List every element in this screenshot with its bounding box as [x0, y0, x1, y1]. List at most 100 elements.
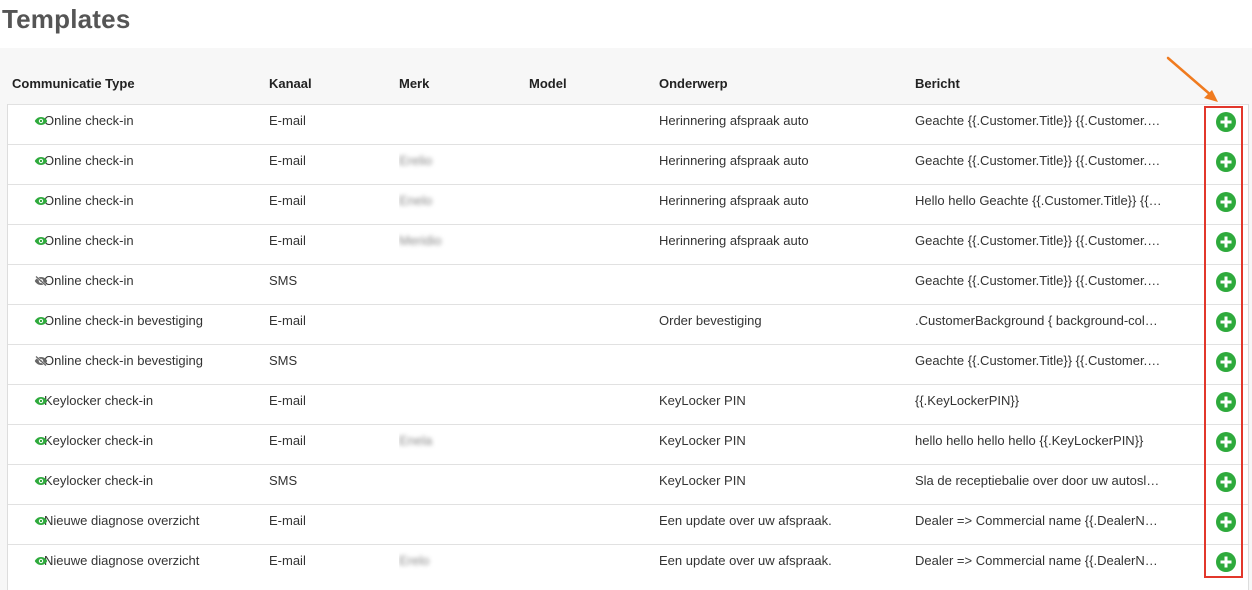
communicatie-type-text: Nieuwe diagnose overzicht	[44, 553, 200, 568]
cell-onderwerp: Herinnering afspraak auto	[659, 233, 809, 248]
communicatie-type-text: Online check-in	[44, 113, 134, 128]
add-template-button[interactable]	[1216, 272, 1236, 292]
cell-kanaal: E-mail	[269, 313, 306, 328]
column-header-onderwerp[interactable]: Onderwerp	[659, 76, 728, 91]
cell-onderwerp: KeyLocker PIN	[659, 393, 746, 408]
column-header-merk[interactable]: Merk	[399, 76, 429, 91]
cell-merk	[399, 505, 519, 544]
cell-communicatie-type: Online check-in	[20, 145, 260, 184]
column-header-kanaal[interactable]: Kanaal	[269, 76, 312, 91]
cell-merk	[399, 265, 519, 304]
table-row[interactable]: Keylocker check-in E-mail Enela KeyLocker P…	[8, 424, 1248, 464]
cell-bericht: Hello hello Geachte {{.Customer.Title}} …	[915, 193, 1163, 208]
table-row[interactable]: Nieuwe diagnose overzicht E-mail Een updat…	[8, 504, 1248, 544]
plus-circle-icon	[1220, 156, 1232, 168]
communicatie-type-text: Online check-in	[44, 153, 134, 168]
add-template-button[interactable]	[1216, 392, 1236, 412]
add-template-button[interactable]	[1216, 232, 1236, 252]
cell-communicatie-type: Online check-in bevestiging	[20, 305, 260, 344]
eye-icon	[34, 437, 48, 445]
cell-kanaal: E-mail	[269, 193, 306, 208]
cell-model	[529, 265, 649, 304]
plus-circle-icon	[1220, 356, 1232, 368]
plus-circle-icon	[1220, 396, 1232, 408]
cell-bericht: Geachte {{.Customer.Title}} {{.Customer.…	[915, 153, 1163, 168]
table-row[interactable]: Online check-in E-mail Enelo Herinnering af…	[8, 184, 1248, 224]
cell-communicatie-type: Nieuwe diagnose overzicht	[20, 545, 260, 584]
cell-merk: Meridio	[399, 225, 519, 264]
cell-model	[529, 425, 649, 464]
add-template-button[interactable]	[1216, 512, 1236, 532]
templates-page: Templates Communicatie Type Kanaal Merk …	[0, 0, 1252, 590]
eye-icon	[34, 517, 48, 525]
table-row[interactable]: Online check-in E-mail Meridio Herinnering …	[8, 224, 1248, 264]
cell-communicatie-type: Online check-in	[20, 185, 260, 224]
merk-text: Enelo	[399, 193, 433, 208]
table-row[interactable]: Keylocker check-in SMS KeyLocker PIN Sla de…	[8, 464, 1248, 504]
eye-icon	[34, 477, 48, 485]
cell-communicatie-type: Nieuwe diagnose overzicht	[20, 505, 260, 544]
cell-merk	[399, 105, 519, 144]
table-row[interactable]: Online check-in SMS Geachte {{.Customer.Ti…	[8, 264, 1248, 304]
column-header-model[interactable]: Model	[529, 76, 567, 91]
cell-communicatie-type: Online check-in	[20, 105, 260, 144]
plus-circle-icon	[1220, 196, 1232, 208]
add-template-button[interactable]	[1216, 352, 1236, 372]
plus-circle-icon	[1220, 436, 1232, 448]
page-title: Templates	[2, 4, 131, 34]
communicatie-type-text: Keylocker check-in	[44, 433, 154, 448]
eye-slash-icon	[34, 356, 48, 366]
plus-circle-icon	[1220, 116, 1232, 128]
cell-kanaal: E-mail	[269, 553, 306, 568]
cell-model	[529, 185, 649, 224]
cell-onderwerp: Een update over uw afspraak.	[659, 553, 832, 568]
table-row[interactable]: Keylocker check-in E-mail KeyLocker PIN {{.…	[8, 384, 1248, 424]
cell-model	[529, 505, 649, 544]
column-header-communicatie-type[interactable]: Communicatie Type	[12, 76, 135, 91]
communicatie-type-text: Keylocker check-in	[44, 393, 154, 408]
cell-bericht: Geachte {{.Customer.Title}} {{.Customer.…	[915, 233, 1163, 248]
cell-onderwerp: Een update over uw afspraak.	[659, 513, 832, 528]
cell-merk: Erelio	[399, 145, 519, 184]
add-template-button[interactable]	[1216, 312, 1236, 332]
eye-icon	[34, 157, 48, 165]
cell-model	[529, 545, 649, 584]
cell-onderwerp	[659, 345, 899, 384]
cell-bericht: Geachte {{.Customer.Title}} {{.Customer.…	[915, 273, 1163, 288]
cell-kanaal: E-mail	[269, 233, 306, 248]
communicatie-type-text: Online check-in	[44, 233, 134, 248]
cell-onderwerp	[659, 265, 899, 304]
add-template-button[interactable]	[1216, 432, 1236, 452]
eye-slash-icon	[34, 276, 48, 286]
communicatie-type-text: Nieuwe diagnose overzicht	[44, 513, 200, 528]
communicatie-type-text: Online check-in bevestiging	[44, 353, 203, 368]
table-row[interactable]: Nieuwe diagnose overzicht E-mail Erelo Een …	[8, 544, 1248, 584]
cell-merk	[399, 385, 519, 424]
add-template-button[interactable]	[1216, 112, 1236, 132]
cell-kanaal: E-mail	[269, 513, 306, 528]
merk-text: Erelo	[399, 553, 430, 568]
cell-model	[529, 105, 649, 144]
cell-model	[529, 465, 649, 504]
add-template-button[interactable]	[1216, 552, 1236, 572]
table-row[interactable]: Online check-in bevestiging E-mail Order b…	[8, 304, 1248, 344]
table-row[interactable]: Online check-in E-mail Herinnering afspraa…	[8, 104, 1248, 144]
add-template-button[interactable]	[1216, 152, 1236, 172]
table-row[interactable]: Online check-in bevestiging SMS Geachte {{…	[8, 344, 1248, 384]
communicatie-type-text: Keylocker check-in	[44, 473, 154, 488]
cell-communicatie-type: Keylocker check-in	[20, 425, 260, 464]
cell-bericht: Dealer => Commercial name {{.DealerNam..…	[915, 553, 1163, 568]
cell-bericht: hello hello hello hello {{.KeyLockerPIN}…	[915, 433, 1144, 448]
cell-bericht: {{.KeyLockerPIN}}	[915, 393, 1020, 408]
eye-icon	[34, 317, 48, 325]
cell-communicatie-type: Online check-in	[20, 225, 260, 264]
plus-circle-icon	[1220, 236, 1232, 248]
cell-communicatie-type: Keylocker check-in	[20, 465, 260, 504]
plus-circle-icon	[1220, 476, 1232, 488]
table-row[interactable]: Online check-in E-mail Erelio Herinnering a…	[8, 144, 1248, 184]
add-template-button[interactable]	[1216, 472, 1236, 492]
cell-bericht: .CustomerBackground { background-color: …	[915, 313, 1163, 328]
column-header-bericht[interactable]: Bericht	[915, 76, 960, 91]
cell-merk: Erelo	[399, 545, 519, 584]
add-template-button[interactable]	[1216, 192, 1236, 212]
